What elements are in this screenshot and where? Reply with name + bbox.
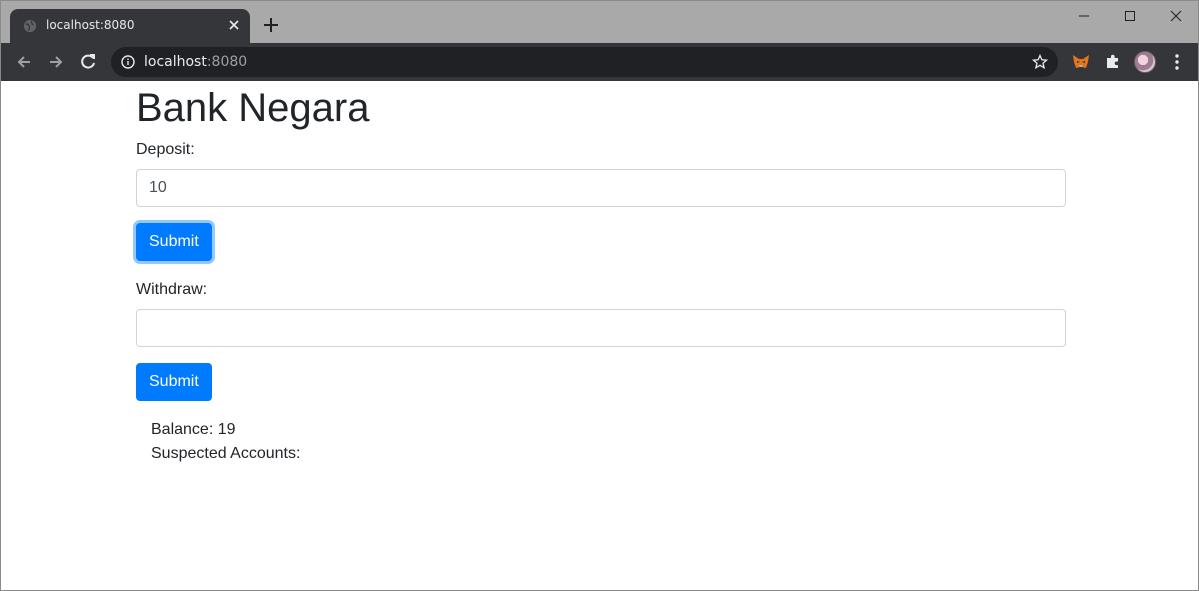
window-close-icon[interactable] bbox=[1165, 7, 1187, 25]
profile-avatar[interactable] bbox=[1134, 51, 1156, 73]
metamask-extension-icon[interactable] bbox=[1071, 52, 1091, 72]
info-icon[interactable] bbox=[121, 55, 135, 69]
minimize-icon[interactable] bbox=[1073, 7, 1095, 25]
browser-window: localhost:8080 localhost:8080 Bank Negar… bbox=[0, 0, 1199, 591]
forward-icon[interactable] bbox=[46, 52, 66, 72]
page-title: Bank Negara bbox=[136, 86, 370, 130]
deposit-submit-button[interactable]: Submit bbox=[136, 223, 212, 261]
url-port: :8080 bbox=[206, 54, 248, 70]
url-host: localhost bbox=[144, 54, 207, 70]
withdraw-input[interactable] bbox=[136, 309, 1066, 347]
url-text[interactable]: localhost:8080 bbox=[144, 54, 247, 70]
reload-icon[interactable] bbox=[78, 52, 98, 72]
browser-toolbar: localhost:8080 bbox=[1, 43, 1198, 81]
title-bar: localhost:8080 bbox=[1, 1, 1198, 43]
more-vert-icon[interactable] bbox=[1169, 52, 1185, 72]
star-icon[interactable] bbox=[1032, 54, 1048, 70]
plus-icon[interactable] bbox=[260, 14, 282, 36]
back-icon[interactable] bbox=[14, 52, 34, 72]
browser-tab[interactable]: localhost:8080 bbox=[10, 9, 250, 43]
withdraw-submit-button[interactable]: Submit bbox=[136, 363, 212, 401]
deposit-input[interactable]: 10 bbox=[136, 169, 1066, 207]
puzzle-icon[interactable] bbox=[1103, 52, 1123, 72]
close-icon[interactable] bbox=[226, 17, 242, 33]
balance-text: Balance: 19 bbox=[151, 421, 236, 438]
suspected-accounts-text: Suspected Accounts: bbox=[151, 445, 301, 462]
address-bar[interactable]: localhost:8080 bbox=[111, 47, 1058, 77]
deposit-label: Deposit: bbox=[136, 141, 195, 158]
maximize-icon[interactable] bbox=[1119, 7, 1141, 25]
page-content: Bank Negara Deposit: 10 Submit Withdraw:… bbox=[1, 81, 1198, 590]
withdraw-label: Withdraw: bbox=[136, 281, 208, 298]
globe-icon bbox=[23, 19, 37, 33]
tab-title: localhost:8080 bbox=[46, 18, 135, 32]
